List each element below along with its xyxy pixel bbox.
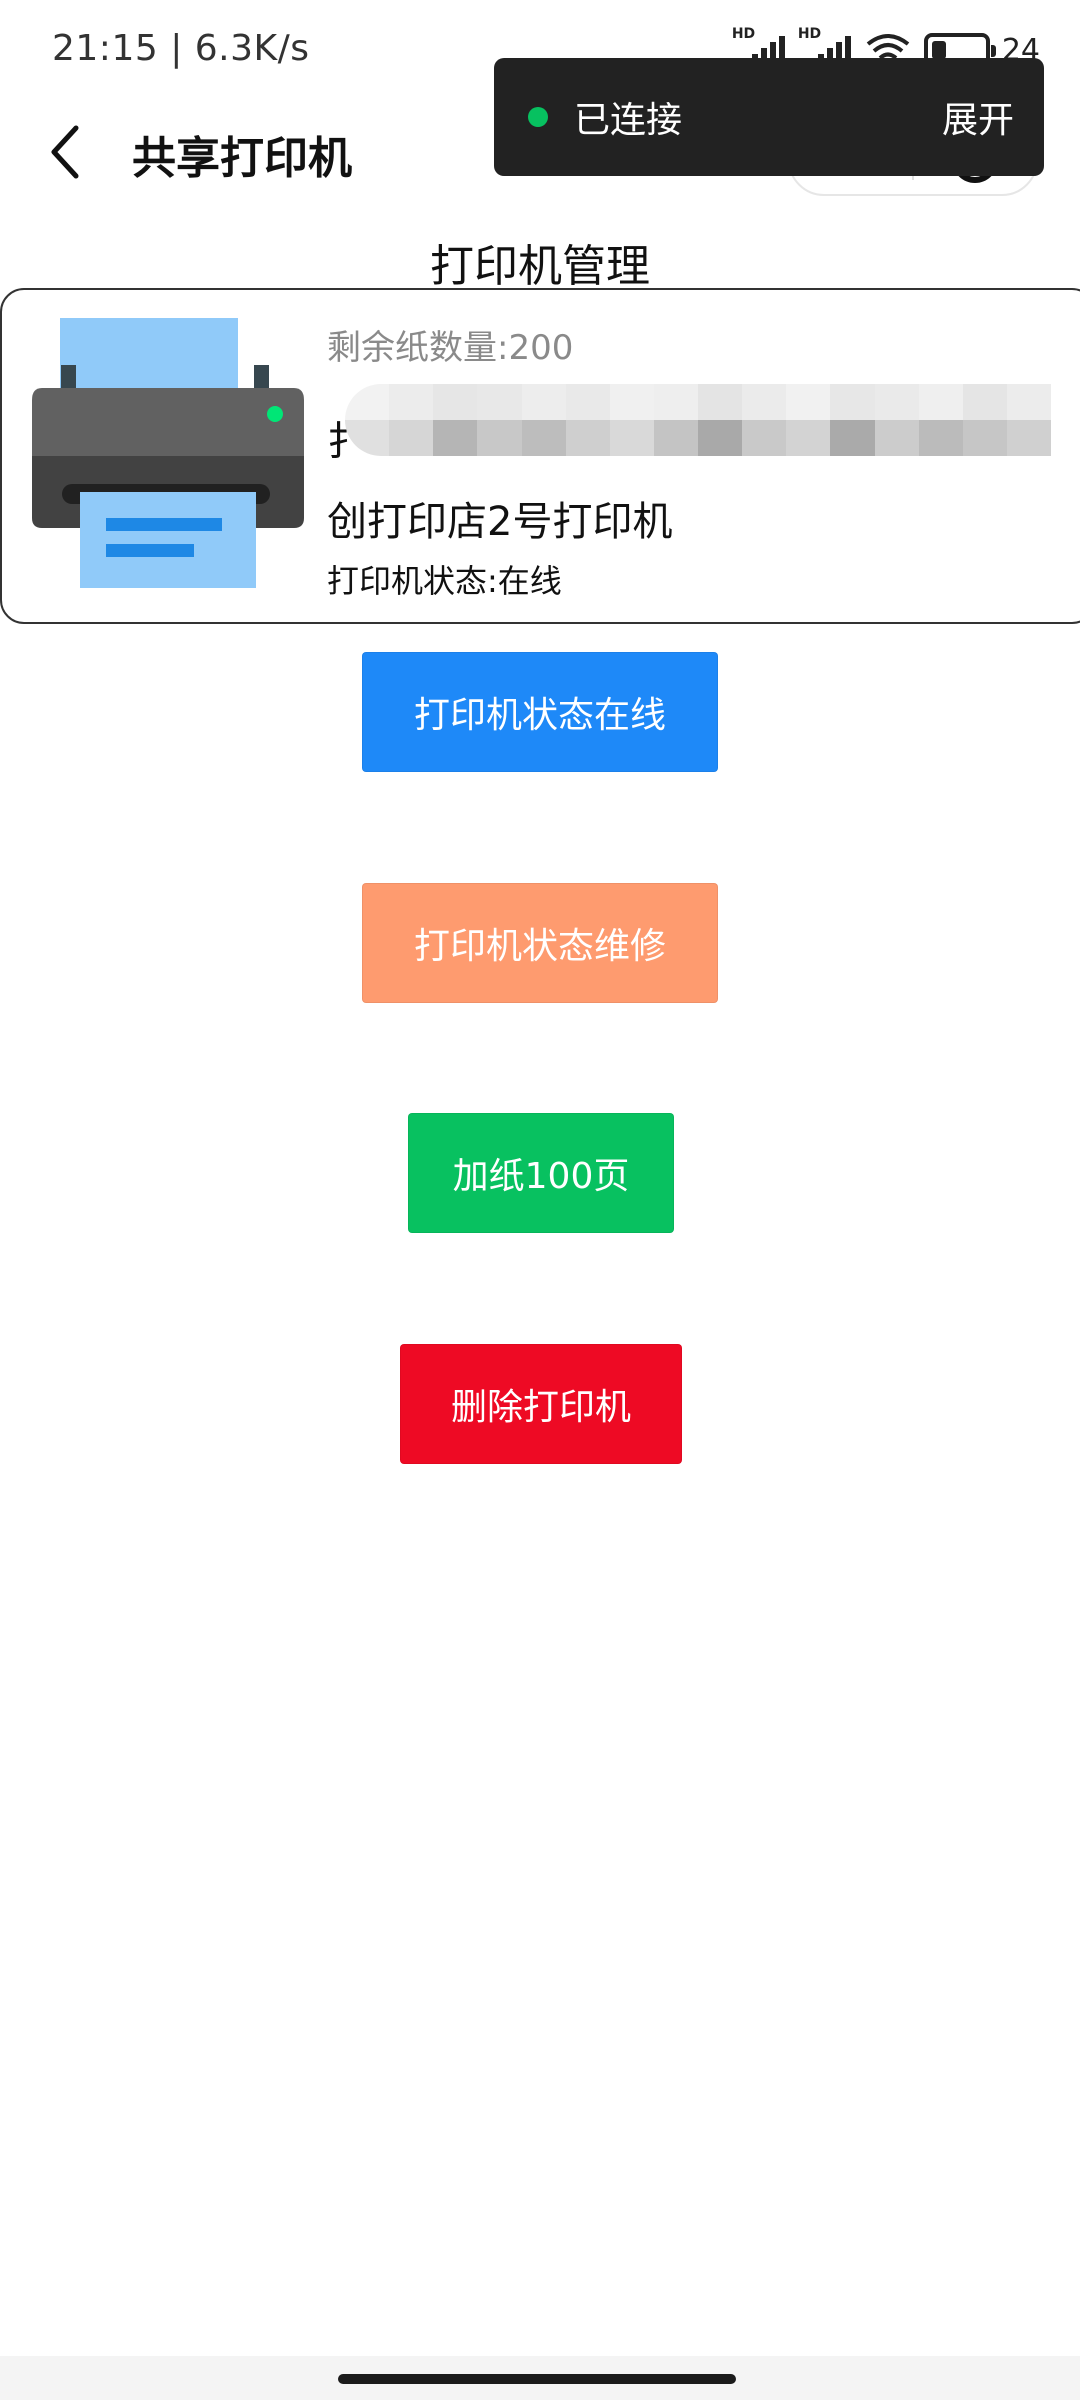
nav-title: 共享打印机: [132, 133, 352, 184]
delete-printer-button[interactable]: 删除打印机: [400, 1344, 682, 1464]
page-title: 打印机管理: [430, 241, 650, 292]
connection-toast: 已连接 展开: [494, 58, 1044, 176]
expand-button[interactable]: 展开: [942, 91, 1014, 143]
status-time: 21:15 | 6.3K/s: [52, 28, 310, 69]
printer-icon: [32, 318, 304, 588]
add-paper-button[interactable]: 加纸100页: [408, 1113, 674, 1233]
connection-status-dot: [528, 107, 548, 127]
printer-status: 打印机状态:在线: [327, 562, 562, 600]
back-button[interactable]: [36, 122, 96, 182]
chevron-left-icon: [51, 125, 79, 179]
set-repair-button[interactable]: 打印机状态维修: [362, 883, 718, 1003]
connection-status: 已连接: [574, 100, 683, 141]
redacted-text-mosaic: [345, 384, 1051, 456]
paper-remaining: 剩余纸数量:200: [327, 328, 574, 368]
signal-hd-label: HD: [731, 26, 756, 42]
set-online-button[interactable]: 打印机状态在线: [362, 652, 718, 772]
home-indicator[interactable]: [338, 2374, 736, 2384]
printer-name-line2: 创打印店2号打印机: [327, 499, 673, 545]
signal-hd-label: HD: [797, 26, 822, 42]
